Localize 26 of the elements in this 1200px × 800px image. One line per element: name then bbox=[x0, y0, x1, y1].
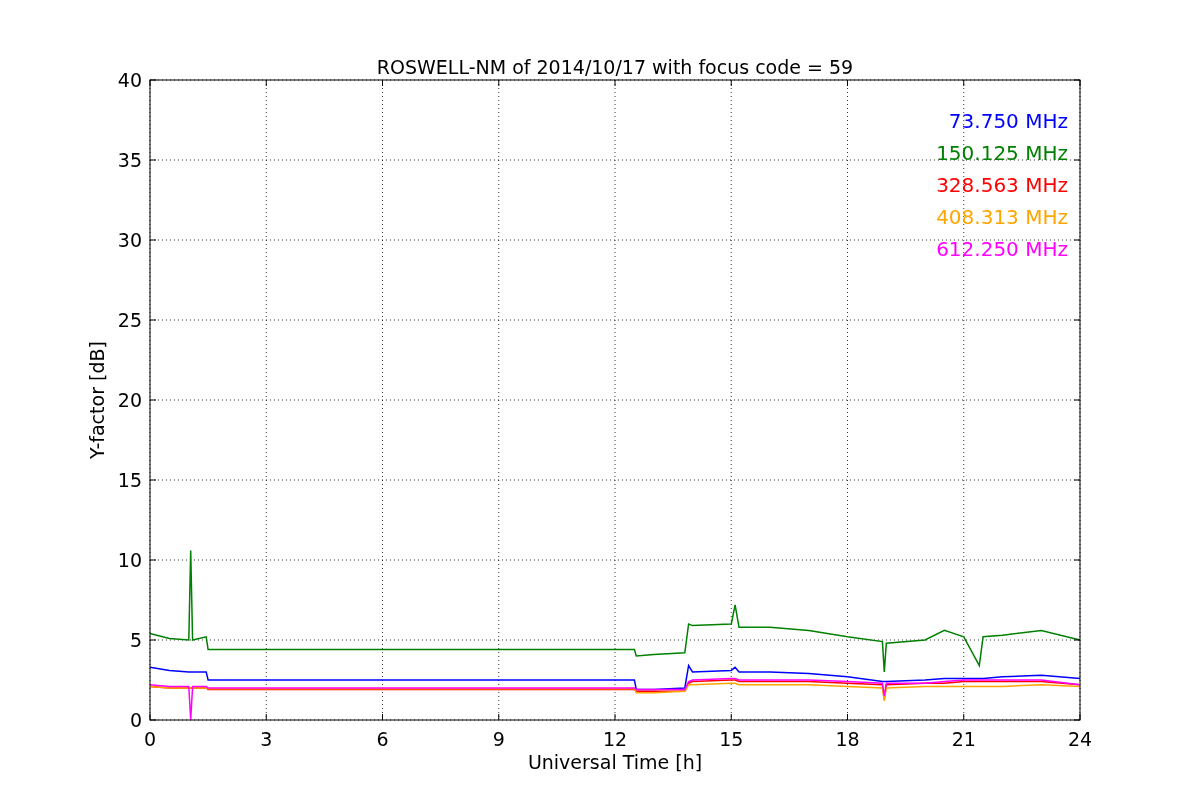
x-tick-label: 0 bbox=[143, 728, 157, 750]
x-tick-label: 3 bbox=[260, 728, 273, 750]
x-axis-title: Universal Time [h] bbox=[527, 751, 703, 773]
legend-label: 150.125 MHz bbox=[936, 141, 1068, 165]
y-axis-title: Y-factor [dB] bbox=[86, 341, 108, 459]
legend-label: 408.313 MHz bbox=[936, 205, 1068, 229]
y-tick-label: 5 bbox=[129, 629, 142, 651]
y-tick-label: 40 bbox=[117, 69, 142, 91]
x-tick-label: 9 bbox=[492, 728, 505, 750]
y-tick-label: 30 bbox=[117, 229, 142, 251]
x-tick-label: 21 bbox=[951, 728, 976, 750]
y-tick-label: 10 bbox=[117, 549, 142, 571]
x-tick-label: 24 bbox=[1067, 728, 1093, 750]
chart-title: ROSWELL-NM of 2014/10/17 with focus code = 59 bbox=[376, 56, 854, 78]
y-tick-label: 0 bbox=[129, 709, 142, 731]
y-tick-label: 15 bbox=[117, 469, 142, 491]
y-tick-label: 35 bbox=[117, 149, 142, 171]
legend-label: 612.250 MHz bbox=[936, 237, 1068, 261]
x-tick-label: 6 bbox=[376, 728, 389, 750]
x-tick-label: 15 bbox=[719, 728, 744, 750]
legend-label: 73.750 MHz bbox=[948, 109, 1068, 133]
legend-label: 328.563 MHz bbox=[936, 173, 1068, 197]
x-tick-label: 12 bbox=[602, 728, 628, 750]
y-tick-label: 20 bbox=[117, 389, 142, 411]
y-tick-label: 25 bbox=[117, 309, 142, 331]
x-tick-label: 18 bbox=[835, 728, 860, 750]
